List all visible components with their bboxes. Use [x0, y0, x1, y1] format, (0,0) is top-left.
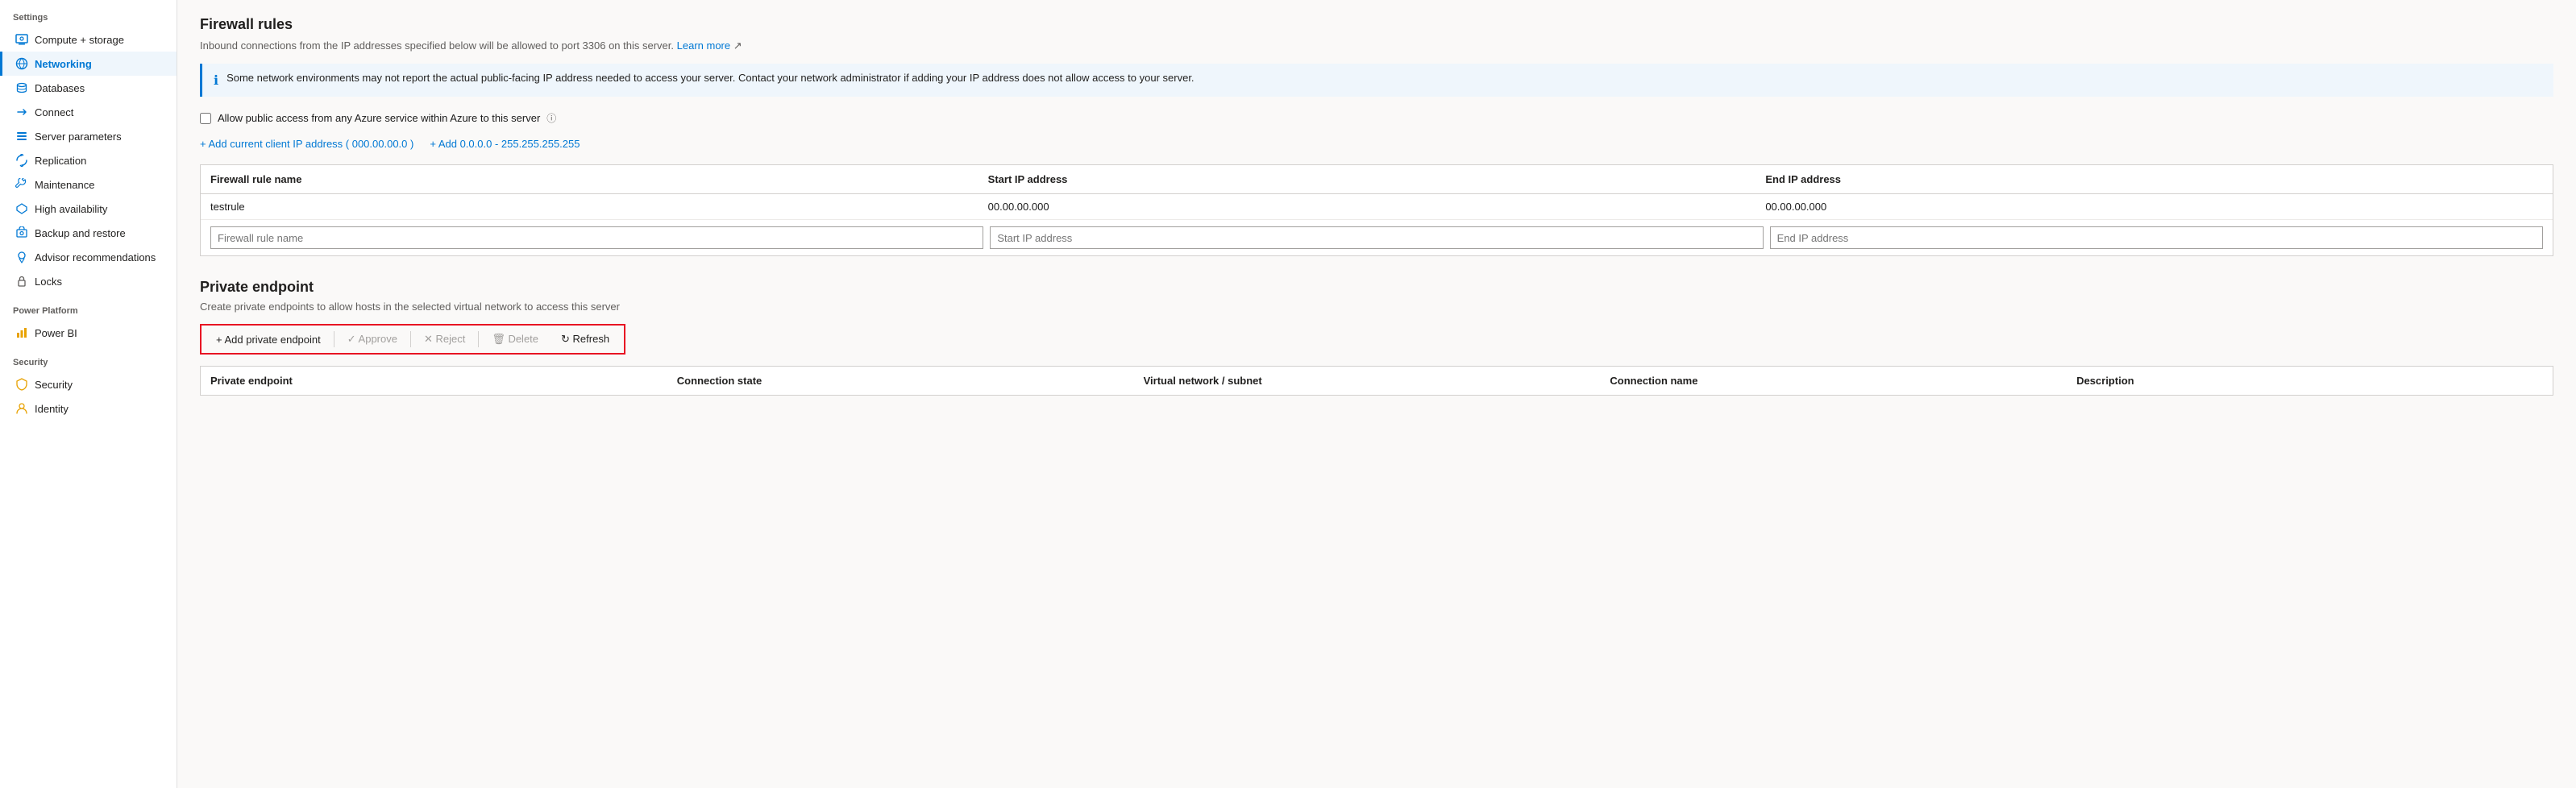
delete-button[interactable]: 🗑 Delete: [484, 329, 546, 350]
sidebar-label-replication: Replication: [35, 155, 86, 167]
sidebar-item-networking[interactable]: Networking: [0, 52, 177, 76]
refresh-button[interactable]: ↻ Refresh: [553, 329, 617, 350]
pe-col-description: Description: [2076, 375, 2543, 387]
firewall-table: Firewall rule name Start IP address End …: [200, 164, 2553, 256]
sidebar-item-replication[interactable]: Replication: [0, 148, 177, 172]
power-platform-section-title: Power Platform: [0, 293, 177, 321]
learn-more-link[interactable]: Learn more: [677, 39, 730, 52]
allow-public-access-checkbox[interactable]: [200, 113, 211, 124]
toolbar-divider-3: [478, 331, 479, 347]
pe-col-network: Virtual network / subnet: [1144, 375, 1610, 387]
locks-icon: [15, 275, 28, 288]
sidebar-item-locks[interactable]: Locks: [0, 269, 177, 293]
firewall-rule-name-input[interactable]: [210, 226, 983, 249]
maintenance-icon: [15, 178, 28, 191]
sidebar-label-identity: Identity: [35, 403, 69, 415]
sidebar-item-identity[interactable]: Identity: [0, 396, 177, 421]
compute-icon: [15, 33, 28, 46]
info-icon: ℹ: [214, 73, 218, 89]
allow-public-access-row: Allow public access from any Azure servi…: [200, 111, 2553, 125]
powerbi-icon: [15, 326, 28, 339]
pe-col-state: Connection state: [677, 375, 1144, 387]
start-ip-input[interactable]: [990, 226, 1763, 249]
allow-public-access-label: Allow public access from any Azure servi…: [218, 112, 540, 124]
main-content: Firewall rules Inbound connections from …: [177, 0, 2576, 788]
pe-desc: Create private endpoints to allow hosts …: [200, 301, 2553, 313]
info-banner: ℹ Some network environments may not repo…: [200, 64, 2553, 97]
toolbar-divider-2: [410, 331, 411, 347]
network-icon: [15, 57, 28, 70]
pe-table-header: Private endpoint Connection state Virtua…: [200, 366, 2553, 396]
sidebar-item-advisor[interactable]: Advisor recommendations: [0, 245, 177, 269]
end-ip-value: 00.00.00.000: [1765, 201, 2543, 213]
security-section-title: Security: [0, 345, 177, 372]
sidebar-item-backup[interactable]: Backup and restore: [0, 221, 177, 245]
sidebar-label-backup: Backup and restore: [35, 227, 126, 239]
server-params-icon: [15, 130, 28, 143]
sidebar-label-ha: High availability: [35, 203, 107, 215]
sidebar-label-connect: Connect: [35, 106, 73, 118]
start-ip-value: 00.00.00.000: [988, 201, 1766, 213]
add-private-endpoint-button[interactable]: + Add private endpoint: [208, 330, 329, 350]
sidebar-item-compute[interactable]: Compute + storage: [0, 27, 177, 52]
sidebar-item-connect[interactable]: Connect: [0, 100, 177, 124]
table-row: testrule 00.00.00.000 00.00.00.000: [201, 194, 2553, 220]
sidebar-label-powerbi: Power BI: [35, 327, 77, 339]
new-rule-row: [201, 220, 2553, 255]
backup-icon: [15, 226, 28, 239]
replication-icon: [15, 154, 28, 167]
firewall-desc: Inbound connections from the IP addresse…: [200, 39, 2553, 52]
private-endpoint-section: Private endpoint Create private endpoint…: [200, 279, 2553, 396]
help-icon: ⓘ: [546, 111, 556, 125]
sidebar-item-server-params[interactable]: Server parameters: [0, 124, 177, 148]
sidebar-item-databases[interactable]: Databases: [0, 76, 177, 100]
pe-toolbar: + Add private endpoint ✓ Approve ✕ Rejec…: [200, 324, 625, 355]
advisor-icon: [15, 251, 28, 263]
sidebar-label-advisor: Advisor recommendations: [35, 251, 156, 263]
identity-icon: [15, 402, 28, 415]
security-icon: [15, 378, 28, 391]
sidebar-label-server-params: Server parameters: [35, 131, 122, 143]
reject-button[interactable]: ✕ Reject: [416, 329, 473, 350]
firewall-table-header: Firewall rule name Start IP address End …: [201, 165, 2553, 194]
col-start-ip: Start IP address: [988, 173, 1766, 185]
sidebar-item-ha[interactable]: High availability: [0, 197, 177, 221]
sidebar-item-powerbi[interactable]: Power BI: [0, 321, 177, 345]
sidebar-label-locks: Locks: [35, 276, 62, 288]
firewall-title: Firewall rules: [200, 16, 2553, 33]
approve-button[interactable]: ✓ Approve: [339, 329, 405, 350]
sidebar-label-security: Security: [35, 379, 73, 391]
sidebar-label-networking: Networking: [35, 58, 92, 70]
add-range-link[interactable]: + Add 0.0.0.0 - 255.255.255.255: [430, 138, 580, 150]
sidebar-item-security[interactable]: Security: [0, 372, 177, 396]
pe-title: Private endpoint: [200, 279, 2553, 296]
pe-col-name: Connection name: [1610, 375, 2076, 387]
end-ip-input[interactable]: [1770, 226, 2543, 249]
databases-icon: [15, 81, 28, 94]
col-end-ip: End IP address: [1765, 173, 2543, 185]
sidebar-label-compute: Compute + storage: [35, 34, 124, 46]
ip-links: + Add current client IP address ( 000.00…: [200, 138, 2553, 150]
sidebar-label-maintenance: Maintenance: [35, 179, 94, 191]
sidebar: Settings Compute + storage Networking Da…: [0, 0, 177, 788]
settings-section-title: Settings: [0, 0, 177, 27]
connect-icon: [15, 106, 28, 118]
col-rule-name: Firewall rule name: [210, 173, 988, 185]
rule-name-value: testrule: [210, 201, 988, 213]
sidebar-label-databases: Databases: [35, 82, 85, 94]
add-client-ip-link[interactable]: + Add current client IP address ( 000.00…: [200, 138, 413, 150]
pe-col-endpoint: Private endpoint: [210, 375, 677, 387]
ha-icon: [15, 202, 28, 215]
sidebar-item-maintenance[interactable]: Maintenance: [0, 172, 177, 197]
